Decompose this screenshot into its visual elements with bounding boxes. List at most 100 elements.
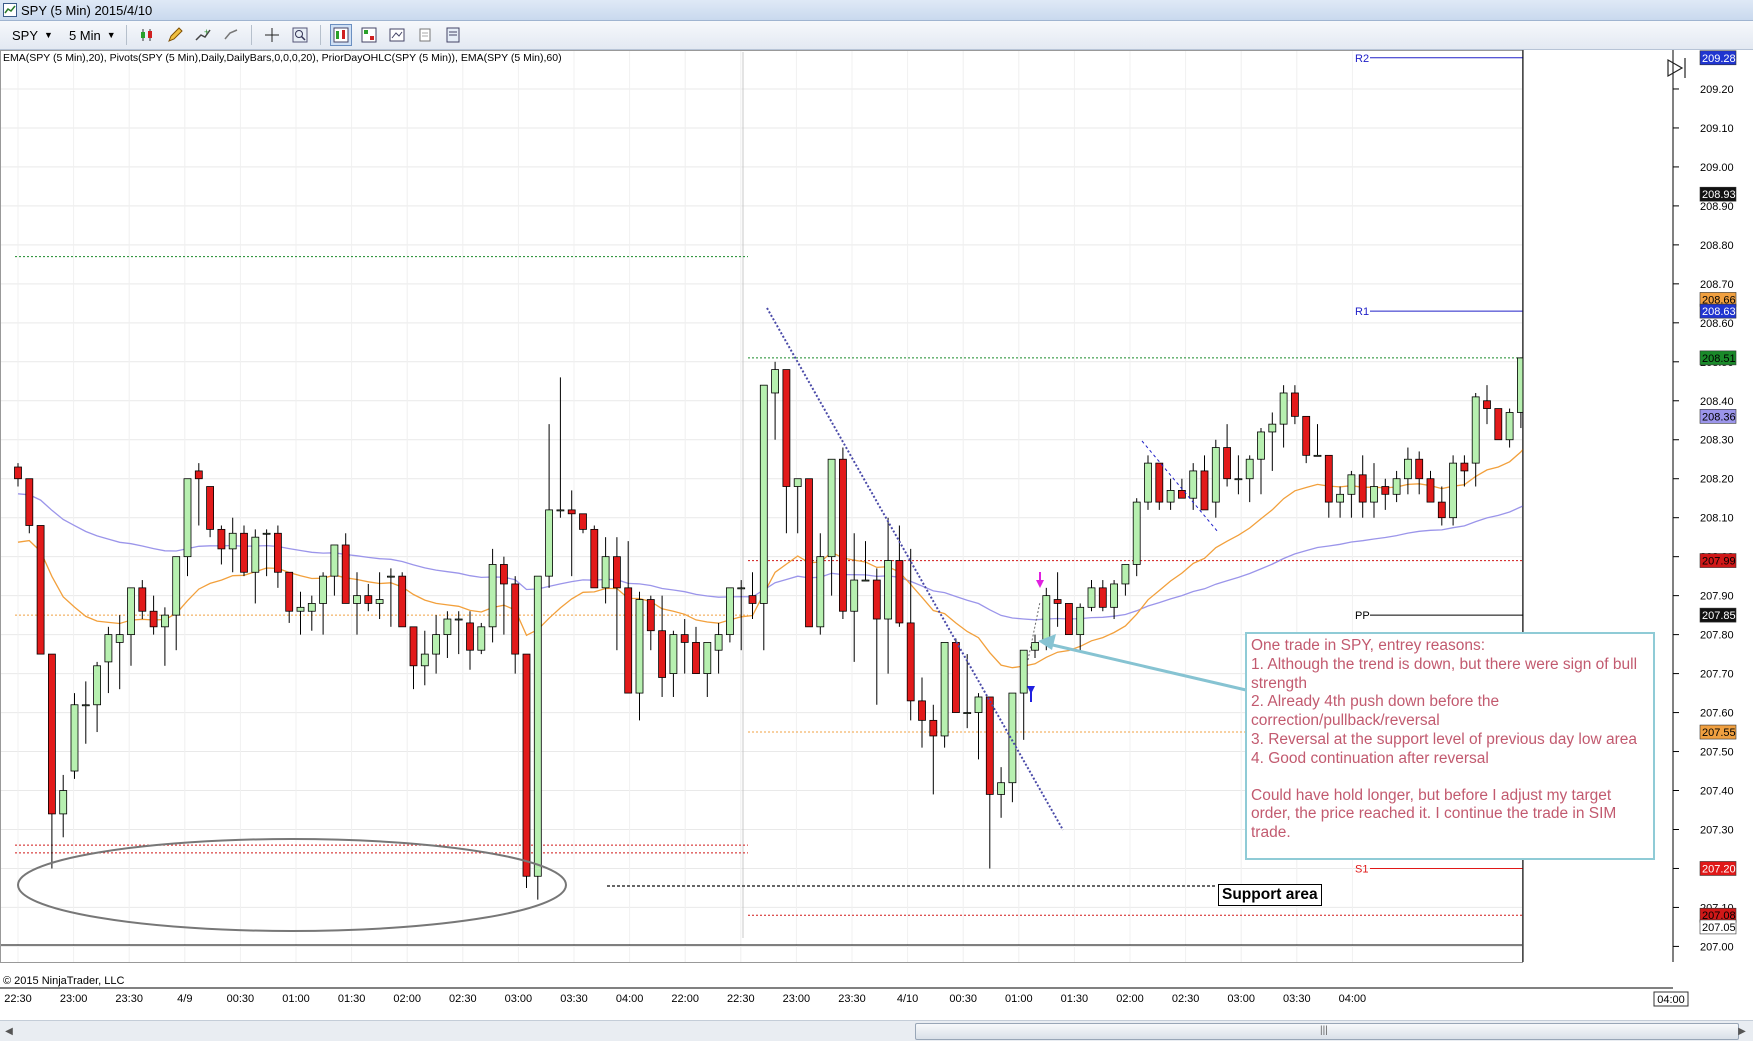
note-line: Could have hold longer, but before I adj… [1251,786,1617,842]
data-box-icon[interactable] [329,24,352,46]
pivot-label: R1 [1355,306,1369,318]
scroll-left-arrow-icon[interactable]: ◀ [2,1023,16,1039]
scroll-right-arrow-icon[interactable]: ▶ [1735,1023,1749,1039]
down-candle [748,595,757,604]
up-candle [420,653,429,667]
down-candle [466,622,474,651]
down-candle [1053,599,1062,604]
down-candle [1415,458,1424,480]
up-candle [940,642,949,737]
x-tick-label: 01:00 [1005,993,1033,1005]
down-candle [567,509,576,515]
pivot-label: R2 [1355,53,1369,65]
toolbar-divider [125,25,127,45]
up-candle [669,634,678,674]
price-chart[interactable]: R2 R1 PP S1 209.20 209.10 209.00 208.90 208.80 2… [0,50,1753,1020]
up-candle [477,626,486,651]
zoom-icon[interactable] [289,24,311,46]
down-candle [206,486,215,530]
up-candle [1257,431,1265,460]
down-candle [240,532,248,573]
up-candle [635,599,644,694]
chart-bars-icon[interactable] [136,24,158,46]
down-candle [985,696,994,795]
up-candle [93,665,101,706]
down-candle [624,587,633,694]
instrument-label: SPY [12,27,39,43]
scrollbar-thumb[interactable]: ||| [915,1023,1739,1040]
note-line: One trade in SPY, entrey reasons: [1251,637,1486,654]
properties-icon[interactable] [386,24,408,46]
interval-label: 5 Min [68,27,101,43]
strategy-icon[interactable] [220,24,242,46]
up-candle [997,782,1005,795]
up-candle [386,575,395,578]
window-titlebar: SPY (5 Min) 2015/4/10 [0,0,1753,21]
note-spacer [1251,769,1649,787]
up-candle [726,587,734,636]
down-candle [1358,474,1367,503]
up-candle [1076,606,1085,636]
up-candle [556,509,565,512]
x-tick-label: 4/9 [177,993,192,1005]
x-tick-label: 23:00 [783,993,811,1005]
down-candle [36,525,45,655]
down-candle [1460,462,1469,472]
down-candle [1223,447,1231,480]
up-candle [827,458,836,558]
chart-toolbar: SPY ▼ 5 Min ▼ + [0,21,1753,50]
interval-selector[interactable]: 5 Min ▼ [65,26,120,45]
up-candle [1031,642,1039,651]
up-candle [432,634,441,655]
down-candle [872,579,881,620]
up-candle [1234,478,1243,481]
y-tick-label: 207.00 [1700,941,1734,953]
note-line: 2. Already 4th push down before the corr… [1251,693,1500,730]
template-icon[interactable] [442,24,464,46]
crosshair-icon[interactable] [261,24,283,46]
down-candle [782,369,791,487]
x-tick-label: 01:00 [282,993,310,1005]
up-candle [115,634,124,643]
y-tick-label: 208.70 [1700,279,1734,291]
up-candle [59,790,68,815]
up-candle [1336,493,1344,503]
x-tick-label: 01:30 [338,993,366,1005]
horizontal-scrollbar[interactable]: ◀ ||| ▶ [0,1020,1753,1041]
ema-60-line [17,411,1657,621]
y-tick-label: 208.30 [1700,435,1734,447]
draw-pencil-icon[interactable] [164,24,186,46]
chart-trader-icon[interactable] [358,24,380,46]
x-tick-label: 03:00 [1227,993,1255,1005]
up-candle [183,478,192,558]
up-candle [1019,649,1028,694]
trade-note-box: One trade in SPY, entrey reasons: 1. Alt… [1245,632,1655,860]
up-candle [1449,462,1457,519]
price-marker-label: 207.55 [1702,727,1736,739]
x-tick-label: 02:00 [393,993,421,1005]
trade-connector-line [1027,601,1041,661]
down-candle [217,528,226,550]
x-tick-label: 23:00 [60,993,88,1005]
up-candle [1245,458,1254,480]
print-icon[interactable] [414,24,436,46]
up-candle [443,618,452,636]
y-tick-label: 207.40 [1700,786,1734,798]
y-tick-label: 208.10 [1700,513,1734,525]
chart-app-icon [3,3,17,17]
time-cursor-label: 04:00 [1657,994,1685,1006]
x-tick-label: 00:30 [227,993,255,1005]
add-indicator-icon[interactable]: + [192,24,214,46]
up-candle [70,704,79,772]
y-tick-label: 208.40 [1700,396,1734,408]
y-tick-label: 207.70 [1700,669,1734,681]
up-candle [545,509,553,577]
y-tick-label: 207.30 [1700,824,1734,836]
support-area-label: Support area [1218,884,1322,906]
x-tick-label: 01:30 [1061,993,1089,1005]
up-candle [1404,458,1412,480]
up-candle [127,587,135,636]
instrument-selector[interactable]: SPY ▼ [8,26,57,45]
down-candle [341,544,350,604]
down-candle [149,610,158,628]
